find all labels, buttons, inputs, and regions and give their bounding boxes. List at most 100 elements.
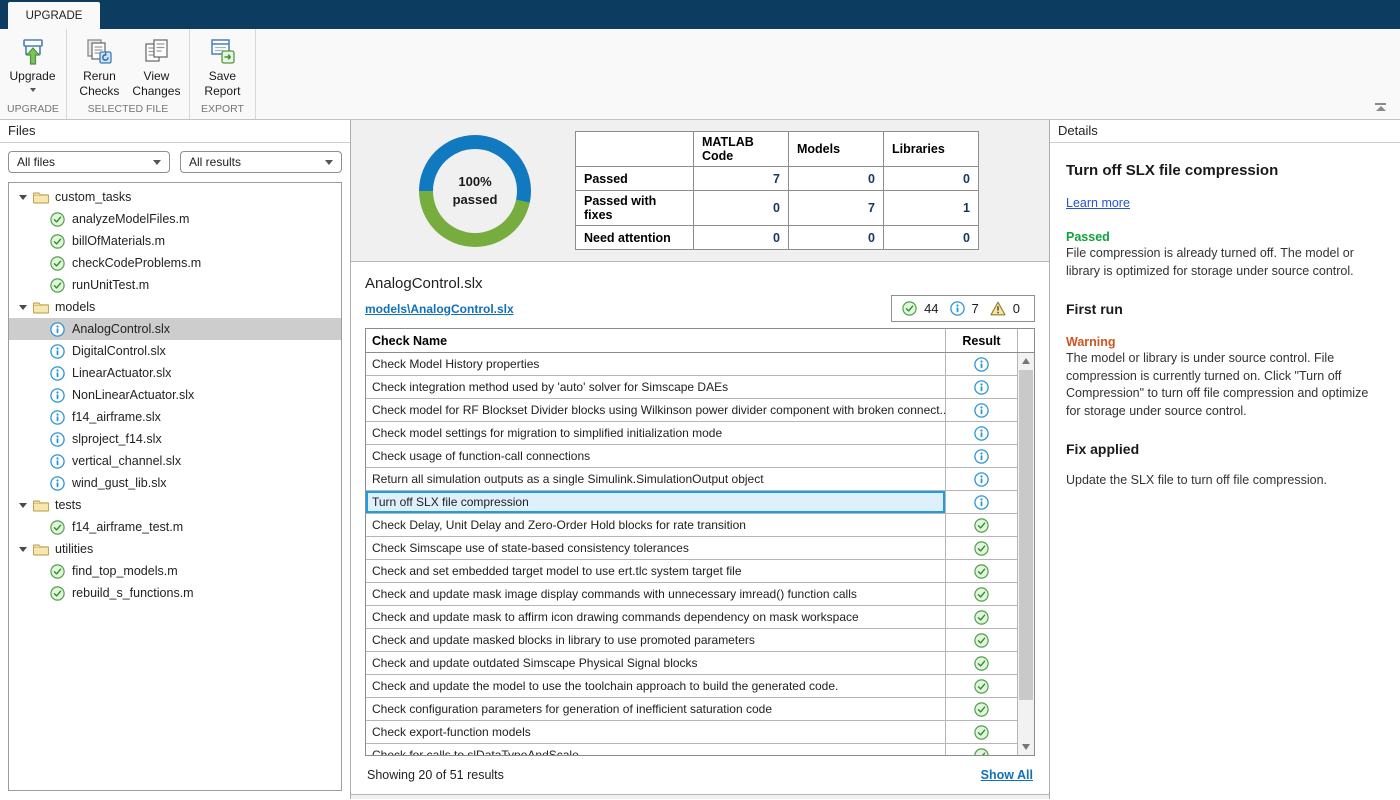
check-row[interactable]: Check usage of function-call connections [366,445,1017,468]
check-row[interactable]: Check and set embedded target model to u… [366,560,1017,583]
collapse-ribbon-icon[interactable] [1375,103,1386,111]
check-row[interactable]: Check and update mask image display comm… [366,583,1017,606]
check-name-cell[interactable]: Check and update mask image display comm… [366,583,946,605]
result-cell[interactable] [946,721,1017,743]
check-name-cell[interactable]: Check Delay, Unit Delay and Zero-Order H… [366,514,946,536]
result-cell[interactable] [946,514,1017,536]
result-cell[interactable] [946,744,1017,755]
check-row[interactable]: Check model settings for migration to si… [366,422,1017,445]
summary-row-passed-with-fixes: Passed with fixes 0 7 1 [576,191,979,226]
check-row[interactable]: Check and update the model to use the to… [366,675,1017,698]
check-name-cell[interactable]: Check configuration parameters for gener… [366,698,946,720]
scroll-down-arrow-icon[interactable] [1022,744,1030,750]
folder-icon [33,499,49,512]
tree-item-label: f14_airframe.slx [72,410,161,424]
tree-file-item[interactable]: NonLinearActuator.slx [9,384,341,406]
check-row[interactable]: Return all simulation outputs as a singl… [366,468,1017,491]
check-row[interactable]: Check configuration parameters for gener… [366,698,1017,721]
check-row[interactable]: Check for calls to slDataTypeAndScale [366,744,1017,755]
result-cell[interactable] [946,376,1017,398]
check-name-cell[interactable]: Check and update the model to use the to… [366,675,946,697]
check-name-cell[interactable]: Turn off SLX file compression [366,491,946,513]
check-name-cell[interactable]: Check and update mask to affirm icon dra… [366,606,946,628]
result-cell[interactable] [946,353,1017,375]
check-row[interactable]: Check integration method used by 'auto' … [366,376,1017,399]
upgrade-button[interactable]: Upgrade [5,33,60,101]
check-name-cell[interactable]: Check and set embedded target model to u… [366,560,946,582]
check-row[interactable]: Check and update outdated Simscape Physi… [366,652,1017,675]
selected-file-path-link[interactable]: models\AnalogControl.slx [365,302,514,316]
scrollbar-thumb[interactable] [1019,370,1033,700]
result-cell[interactable] [946,445,1017,467]
tree-file-item[interactable]: f14_airframe_test.m [9,516,341,538]
result-cell[interactable] [946,583,1017,605]
check-name-cell[interactable]: Check integration method used by 'auto' … [366,376,946,398]
summary-row-need-attention: Need attention 0 0 0 [576,226,979,250]
result-cell[interactable] [946,629,1017,651]
tree-file-item[interactable]: runUnitTest.m [9,274,341,296]
check-name-cell[interactable]: Check model settings for migration to si… [366,422,946,444]
rerun-checks-label-1: Rerun [83,69,116,84]
files-filter-select[interactable]: All files [8,151,170,173]
check-row[interactable]: Check and update masked blocks in librar… [366,629,1017,652]
result-cell[interactable] [946,560,1017,582]
check-row[interactable]: Check export-function models [366,721,1017,744]
tree-item-label: rebuild_s_functions.m [72,586,194,600]
check-row[interactable]: Check and update mask to affirm icon dra… [366,606,1017,629]
tree-folder-item[interactable]: utilities [9,538,341,560]
check-row[interactable]: Check Delay, Unit Delay and Zero-Order H… [366,514,1017,537]
learn-more-link[interactable]: Learn more [1066,196,1130,210]
check-row[interactable]: Check Simscape use of state-based consis… [366,537,1017,560]
check-name-cell[interactable]: Check for calls to slDataTypeAndScale [366,744,946,755]
result-cell[interactable] [946,468,1017,490]
save-report-button[interactable]: Save Report [195,33,250,101]
tree-folder-item[interactable]: models [9,296,341,318]
check-name-cell[interactable]: Return all simulation outputs as a singl… [366,468,946,490]
result-cell[interactable] [946,652,1017,674]
tree-file-item[interactable]: slproject_f14.slx [9,428,341,450]
check-name-cell[interactable]: Check and update outdated Simscape Physi… [366,652,946,674]
result-cell[interactable] [946,399,1017,421]
scroll-up-arrow-icon[interactable] [1022,358,1030,364]
view-changes-label-2: Changes [132,84,180,99]
tree-file-item[interactable]: vertical_channel.slx [9,450,341,472]
table-scrollbar[interactable] [1017,353,1034,755]
tree-file-item[interactable]: wind_gust_lib.slx [9,472,341,494]
check-row[interactable]: Check Model History properties [366,353,1017,376]
results-filter-select[interactable]: All results [180,151,342,173]
tree-folder-item[interactable]: tests [9,494,341,516]
check-row[interactable]: Check model for RF Blockset Divider bloc… [366,399,1017,422]
rerun-checks-button[interactable]: Rerun Checks [72,33,127,101]
check-name-cell[interactable]: Check Model History properties [366,353,946,375]
check-name-cell[interactable]: Check usage of function-call connections [366,445,946,467]
expander-icon[interactable] [19,503,27,508]
result-cell[interactable] [946,675,1017,697]
tree-file-item[interactable]: find_top_models.m [9,560,341,582]
view-changes-button[interactable]: View Changes [129,33,184,101]
tree-file-item[interactable]: rebuild_s_functions.m [9,582,341,604]
check-name-cell[interactable]: Check and update masked blocks in librar… [366,629,946,651]
expander-icon[interactable] [19,305,27,310]
check-row[interactable]: Turn off SLX file compression [366,491,1017,514]
tree-file-item[interactable]: analyzeModelFiles.m [9,208,341,230]
expander-icon[interactable] [19,195,27,200]
tree-file-item[interactable]: billOfMaterials.m [9,230,341,252]
result-cell[interactable] [946,422,1017,444]
expander-icon[interactable] [19,547,27,552]
check-name-cell[interactable]: Check export-function models [366,721,946,743]
tree-folder-item[interactable]: custom_tasks [9,186,341,208]
result-cell[interactable] [946,537,1017,559]
tree-item-label: tests [55,498,81,512]
tree-file-item[interactable]: DigitalControl.slx [9,340,341,362]
check-name-cell[interactable]: Check Simscape use of state-based consis… [366,537,946,559]
show-all-link[interactable]: Show All [981,768,1033,782]
tree-file-item[interactable]: LinearActuator.slx [9,362,341,384]
tree-file-item[interactable]: checkCodeProblems.m [9,252,341,274]
tree-file-item[interactable]: f14_airframe.slx [9,406,341,428]
result-cell[interactable] [946,491,1017,513]
result-cell[interactable] [946,606,1017,628]
check-name-cell[interactable]: Check model for RF Blockset Divider bloc… [366,399,946,421]
tab-upgrade[interactable]: UPGRADE [8,2,100,29]
tree-file-item[interactable]: AnalogControl.slx [9,318,341,340]
result-cell[interactable] [946,698,1017,720]
